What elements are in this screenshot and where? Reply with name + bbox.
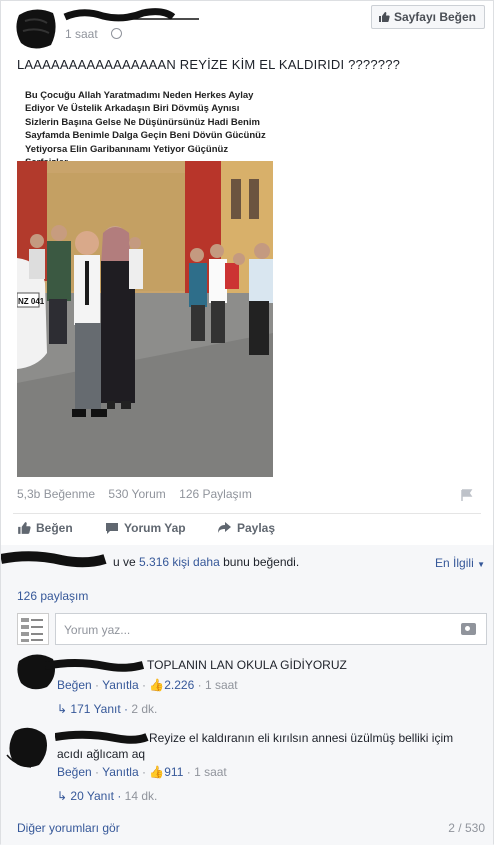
post-time[interactable]: 1 saat [65, 27, 98, 41]
camera-icon[interactable] [461, 623, 476, 635]
share-icon [218, 522, 231, 533]
replies-link[interactable]: ↳ 171 Yanıt · 2 dk. [57, 702, 157, 716]
reply-arrow-icon: ↳ [57, 789, 68, 803]
shares-count[interactable]: 126 Paylaşım [179, 487, 252, 501]
like-page-button[interactable]: Sayfayı Beğen [370, 5, 485, 29]
author-name-redacted[interactable] [63, 7, 203, 23]
comment-label: Yorum Yap [124, 521, 186, 535]
commenter-name-redacted[interactable] [45, 658, 145, 672]
post-card: 1 saat Sayfayı Beğen LAAAAAAAAAAAAAAAAN … [0, 0, 494, 845]
comment-like-link[interactable]: Beğen [57, 678, 92, 692]
post-stats: 5,3b Beğenme 530 Yorum 126 Paylaşım [17, 487, 262, 501]
commenter-avatar-redacted[interactable] [5, 725, 49, 769]
reply-arrow-icon: ↳ [57, 702, 68, 716]
comment-like-count[interactable]: 911 [164, 765, 183, 779]
likes-more-link[interactable]: 5.316 kişi daha [139, 555, 220, 569]
globe-icon [111, 28, 122, 39]
replies-count: 20 Yanıt [70, 789, 114, 803]
comments-count[interactable]: 530 Yorum [108, 487, 165, 501]
comment-text-line1: Reyize el kaldıranın eli kırılsın annesi… [149, 731, 454, 745]
thumbs-up-icon [378, 12, 390, 22]
likes-prefix: u ve [113, 555, 136, 569]
comment-like-count[interactable]: 2.226 [164, 678, 194, 692]
replies-link[interactable]: ↳ 20 Yanıt · 14 dk. [57, 789, 157, 803]
flag-icon[interactable] [461, 489, 473, 501]
comment-text-line2: acıdı ağlıcam aq [57, 747, 146, 761]
comment-actions: Beğen · Yanıtla · 👍911 · 1 saat [57, 765, 227, 779]
comment-reply-link[interactable]: Yanıtla [102, 678, 138, 692]
comment-placeholder: Yorum yaz... [64, 623, 131, 637]
thumbs-up-icon [18, 522, 31, 534]
thumbs-up-icon: 👍 [149, 678, 165, 692]
sort-dropdown[interactable]: En İlgili ▼ [435, 556, 485, 570]
replies-time: 14 dk. [124, 789, 158, 803]
liker-names-redacted [1, 551, 107, 568]
comment-reply-link[interactable]: Yanıtla [102, 765, 138, 779]
post-photo[interactable]: Bu Çocuğu Allah Yaratmadımı Neden Herkes… [17, 83, 273, 477]
comment-button[interactable]: Yorum Yap [105, 521, 186, 535]
replies-time: 2 dk. [131, 702, 158, 716]
post-text: LAAAAAAAAAAAAAAAAN REYİZE KİM EL KALDIRI… [17, 57, 401, 72]
caret-down-icon: ▼ [477, 560, 485, 569]
likes-suffix: bunu beğendi. [223, 555, 300, 569]
comment-actions: Beğen · Yanıtla · 👍2.226 · 1 saat [57, 678, 238, 692]
like-label: Beğen [36, 521, 73, 535]
like-button[interactable]: Beğen [17, 521, 73, 535]
more-comments-link[interactable]: Diğer yorumları gör [17, 821, 120, 835]
commenter-name-redacted[interactable] [55, 730, 149, 744]
share-label: Paylaş [237, 521, 276, 535]
thumbs-up-icon: 👍 [149, 765, 165, 779]
comment-text: TOPLANIN LAN OKULA GİDİYORUZ [147, 658, 347, 672]
comment-time[interactable]: 1 saat [194, 765, 227, 779]
comment-like-link[interactable]: Beğen [57, 765, 92, 779]
comment-time[interactable]: 1 saat [205, 678, 238, 692]
comment-pager: 2 / 530 [448, 821, 485, 835]
share-button[interactable]: Paylaş [217, 521, 275, 535]
viewer-avatar [17, 613, 49, 645]
replies-count: 171 Yanıt [70, 702, 121, 716]
comment-input[interactable]: Yorum yaz... [55, 613, 487, 645]
like-page-label: Sayfayı Beğen [393, 10, 476, 24]
likes-count[interactable]: 5,3b Beğenme [17, 487, 95, 501]
divider [13, 513, 481, 514]
license-plate: NZ 041 [18, 297, 45, 306]
share-count-link[interactable]: 126 paylaşım [17, 589, 88, 603]
photo-scene: NZ 041 [17, 161, 273, 477]
comment-icon [106, 523, 118, 534]
sort-label: En İlgili [435, 556, 474, 570]
author-avatar[interactable] [15, 7, 57, 49]
